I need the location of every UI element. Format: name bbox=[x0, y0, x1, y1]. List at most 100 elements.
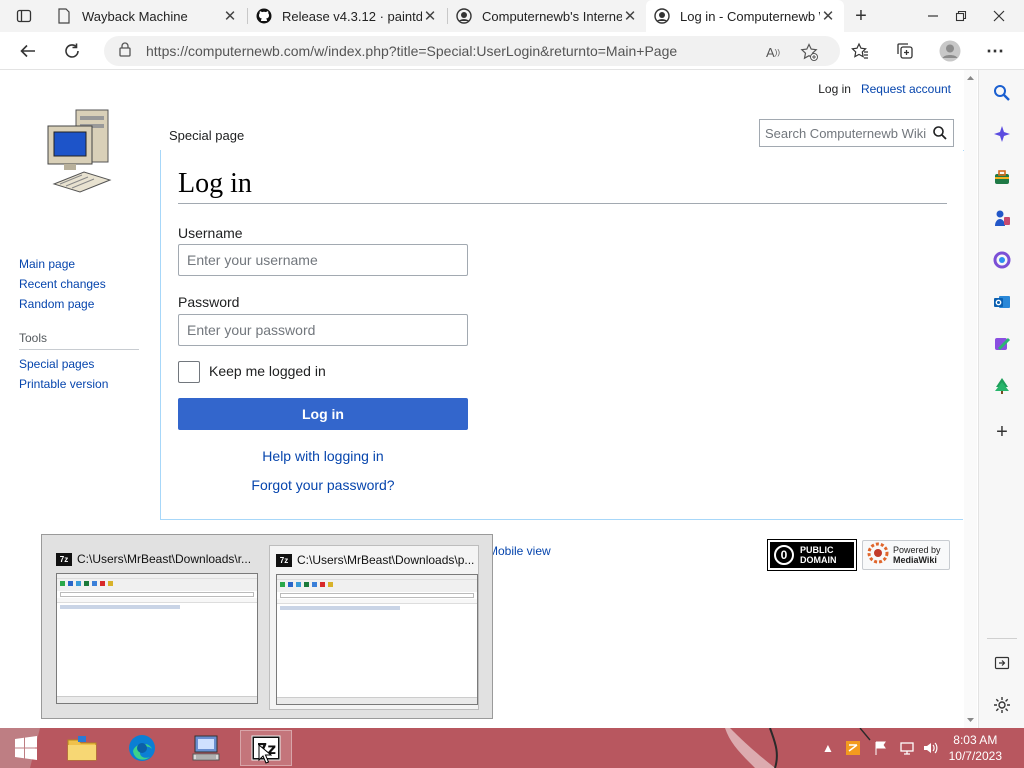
hide-sidebar-icon[interactable] bbox=[991, 652, 1013, 674]
thumbnail-7zip-window-2[interactable]: 7z C:\Users\MrBeast\Downloads\p... bbox=[269, 545, 479, 710]
browser-tab-strip: Wayback Machine ✕ Release v4.3.12 · pain… bbox=[0, 0, 1024, 32]
request-account-link[interactable]: Request account bbox=[861, 82, 951, 96]
edge-sidebar: + bbox=[978, 70, 1024, 728]
minimize-icon[interactable] bbox=[920, 0, 946, 32]
tree-icon[interactable] bbox=[991, 375, 1013, 397]
copilot-icon[interactable] bbox=[991, 123, 1013, 145]
page-scrollbar[interactable] bbox=[964, 70, 977, 728]
sidebar-search-icon[interactable] bbox=[991, 82, 1013, 104]
close-window-icon[interactable] bbox=[986, 0, 1012, 32]
7zip-icon: 7z bbox=[56, 552, 72, 566]
wiki-logo[interactable] bbox=[40, 104, 120, 194]
clock-time: 8:03 AM bbox=[953, 733, 998, 747]
add-sidebar-app-icon[interactable]: + bbox=[991, 421, 1013, 443]
read-aloud-icon[interactable]: A)) bbox=[764, 43, 782, 61]
title-divider bbox=[178, 203, 947, 204]
public-domain-icon: 0 bbox=[774, 545, 794, 565]
password-field[interactable]: Enter your password bbox=[178, 314, 468, 346]
sidebar-item-recent-changes[interactable]: Recent changes bbox=[19, 277, 139, 297]
network-icon[interactable] bbox=[899, 740, 915, 756]
tab-close-icon[interactable]: ✕ bbox=[622, 7, 638, 25]
username-placeholder: Enter your username bbox=[187, 252, 318, 268]
profile-avatar[interactable] bbox=[935, 36, 965, 66]
sidebar-item-main-page[interactable]: Main page bbox=[19, 257, 139, 277]
tray-app-icon[interactable] bbox=[845, 740, 861, 756]
search-icon[interactable] bbox=[927, 126, 953, 140]
outlook-icon[interactable] bbox=[991, 291, 1013, 313]
start-button[interactable] bbox=[6, 730, 46, 766]
sidebar-navigation: Main page Recent changes Random page Too… bbox=[19, 257, 139, 397]
collections-icon[interactable] bbox=[890, 36, 920, 66]
back-icon[interactable] bbox=[13, 36, 43, 66]
edge-browser-icon[interactable] bbox=[120, 730, 164, 766]
computernewb-icon bbox=[456, 8, 472, 24]
search-placeholder: Search Computernewb Wiki bbox=[765, 125, 927, 141]
page-title: Log in bbox=[178, 168, 252, 199]
shopping-icon[interactable] bbox=[991, 166, 1013, 188]
remote-desktop-icon[interactable] bbox=[180, 730, 230, 766]
designer-icon[interactable] bbox=[991, 333, 1013, 355]
username-label: Username bbox=[178, 225, 243, 241]
tab-wayback-machine[interactable]: Wayback Machine ✕ bbox=[48, 0, 246, 32]
thumbnail-preview bbox=[276, 574, 478, 705]
tools-heading: Tools bbox=[19, 331, 139, 350]
log-in-button[interactable]: Log in bbox=[178, 398, 468, 430]
add-favorite-icon[interactable] bbox=[800, 43, 818, 61]
sidebar-item-random-page[interactable]: Random page bbox=[19, 297, 139, 317]
keep-logged-in-label[interactable]: Keep me logged in bbox=[209, 363, 326, 379]
mediawiki-text: Powered by MediaWiki bbox=[893, 545, 941, 565]
tab-title: Log in - Computernewb W bbox=[680, 8, 820, 24]
tab-computernewb-internet[interactable]: Computernewb's Internet ✕ bbox=[448, 0, 646, 32]
tab-title: Wayback Machine bbox=[82, 8, 188, 24]
new-tab-icon[interactable]: + bbox=[846, 0, 876, 32]
address-bar[interactable]: https://computernewb.com/w/index.php?tit… bbox=[104, 36, 840, 66]
sidebar-item-printable-version[interactable]: Printable version bbox=[19, 377, 139, 397]
thumbnail-7zip-window-1[interactable]: 7z C:\Users\MrBeast\Downloads\r... bbox=[50, 545, 260, 710]
more-options-icon[interactable]: ⋯ bbox=[980, 36, 1010, 66]
thumbnail-title: 7z C:\Users\MrBeast\Downloads\r... bbox=[56, 551, 256, 567]
file-explorer-icon[interactable] bbox=[60, 730, 104, 766]
keep-logged-in-checkbox[interactable] bbox=[178, 361, 200, 383]
volume-icon[interactable] bbox=[922, 740, 938, 756]
tab-close-icon[interactable]: ✕ bbox=[422, 7, 438, 25]
show-hidden-icons[interactable]: ▲ bbox=[820, 740, 836, 756]
restore-icon[interactable] bbox=[948, 0, 974, 32]
tab-title: Release v4.3.12 · paintdot bbox=[282, 8, 422, 24]
username-field[interactable]: Enter your username bbox=[178, 244, 468, 276]
tab-title: Computernewb's Internet bbox=[482, 8, 622, 24]
log-in-link[interactable]: Log in bbox=[818, 82, 851, 96]
taskbar-thumbnail-popup: 7z C:\Users\MrBeast\Downloads\r... 7z C:… bbox=[41, 534, 493, 719]
tab-actions-icon[interactable] bbox=[8, 0, 40, 32]
7zip-icon: 7z bbox=[276, 553, 292, 567]
tab-close-icon[interactable]: ✕ bbox=[222, 7, 238, 25]
forgot-password-link[interactable]: Forgot your password? bbox=[178, 477, 468, 493]
public-domain-badge[interactable]: 0 PUBLIC DOMAIN bbox=[767, 539, 857, 571]
action-center-flag-icon[interactable] bbox=[873, 740, 889, 756]
system-clock[interactable]: 8:03 AM 10/7/2023 bbox=[949, 732, 1002, 764]
computernewb-icon bbox=[654, 8, 670, 24]
clock-date: 10/7/2023 bbox=[948, 749, 1002, 763]
mobile-view-link[interactable]: Mobile view bbox=[488, 544, 551, 558]
thumbnail-preview bbox=[56, 573, 258, 704]
public-domain-text: PUBLIC DOMAIN bbox=[800, 545, 837, 565]
page-icon bbox=[56, 8, 72, 24]
tab-release-paintdot[interactable]: Release v4.3.12 · paintdot ✕ bbox=[248, 0, 446, 32]
lock-icon[interactable] bbox=[118, 41, 132, 62]
powered-by-mediawiki-badge[interactable]: Powered by MediaWiki bbox=[862, 540, 950, 570]
tab-special-page[interactable]: Special page bbox=[161, 122, 253, 151]
favorites-icon[interactable] bbox=[845, 36, 875, 66]
microsoft-365-icon[interactable] bbox=[991, 249, 1013, 271]
help-logging-in-link[interactable]: Help with logging in bbox=[178, 448, 468, 464]
personal-tools: Log in Request account bbox=[818, 82, 951, 96]
browser-toolbar: https://computernewb.com/w/index.php?tit… bbox=[0, 32, 1024, 70]
games-icon[interactable] bbox=[991, 207, 1013, 229]
sidebar-settings-icon[interactable] bbox=[991, 694, 1013, 716]
tab-log-in-computernewb[interactable]: Log in - Computernewb W ✕ bbox=[646, 0, 844, 32]
search-input[interactable]: Search Computernewb Wiki bbox=[759, 119, 954, 147]
sidebar-item-special-pages[interactable]: Special pages bbox=[19, 357, 139, 377]
tab-close-icon[interactable]: ✕ bbox=[820, 7, 836, 25]
windows-taskbar: 7z ▲ 8:03 AM 10/7/2023 bbox=[0, 728, 1024, 768]
refresh-icon[interactable] bbox=[57, 36, 87, 66]
password-label: Password bbox=[178, 294, 240, 310]
thumbnail-title: 7z C:\Users\MrBeast\Downloads\p... bbox=[276, 552, 476, 568]
